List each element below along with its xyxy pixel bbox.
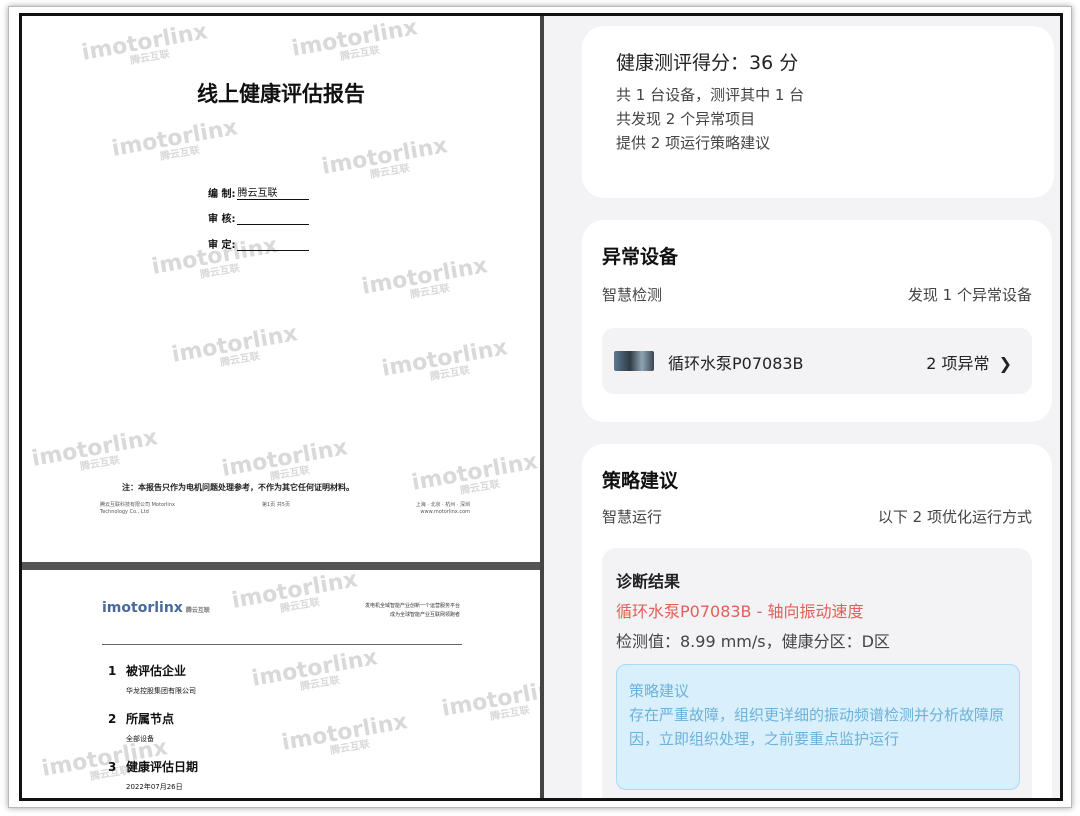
report-title: 线上健康评估报告 xyxy=(197,82,365,106)
smart-operation-label: 智慧运行 xyxy=(602,508,663,526)
abnormal-device-count: 发现 1 个异常设备 xyxy=(907,286,1032,304)
watermark: imotorlinx 腾云互联 xyxy=(80,19,210,67)
watermark: imotorlinx 腾云互联 xyxy=(170,321,300,369)
watermark: imotorlinx 腾云互联 xyxy=(440,675,540,723)
device-anomaly-count: 2 项异常 ❯ xyxy=(926,354,1012,373)
section-heading: 1 被评估企业 xyxy=(108,664,187,678)
smart-detection-label: 智慧检测 xyxy=(602,286,663,304)
diagnosis-value: 检测值：8.99 mm/s，健康分区：D区 xyxy=(616,632,890,651)
watermark: imotorlinx 腾云互联 xyxy=(410,449,540,497)
score-summary-line: 共发现 2 个异常项目 xyxy=(616,110,756,128)
screenshot-frame: imotorlinx 腾云互联 imotorlinx 腾云互联 imotorlinx… xyxy=(8,6,1072,808)
abnormal-device-title: 异常设备 xyxy=(602,246,679,268)
footer-contact: 上海 · 北京 · 杭州 · 深圳 www.motorlinx.com xyxy=(415,502,470,515)
report-page-2: imotorlinx 腾云互联 imotorlinx 腾云互联 imotorlinx… xyxy=(22,567,540,798)
section-value: 2022年07月26日 xyxy=(126,783,183,791)
watermark: imotorlinx 腾云互联 xyxy=(320,133,450,181)
strategy-advice-box: 策略建议 存在严重故障，组织更详细的振动频谱检测并分析故障原因，立即组织处理，之… xyxy=(616,664,1020,790)
signature-label: 编 制: xyxy=(208,189,236,200)
signature-label: 审 核: xyxy=(208,214,236,225)
signature-row-compile: 编 制: 腾云互联 xyxy=(208,184,310,200)
watermark: imotorlinx 腾云互联 xyxy=(290,16,420,63)
health-score: 健康测评得分：36 分 xyxy=(616,52,799,74)
page-header-slogan: 发电机全域智能产业创新一个运营服务平台 成为全球智能产业互联网领跑者 xyxy=(365,602,460,620)
watermark: imotorlinx 腾云互联 xyxy=(280,709,410,757)
page-separator xyxy=(22,562,540,570)
score-summary-line: 提供 2 项运行策略建议 xyxy=(616,134,771,152)
slogan-line: 成为全球智能产业互联网领跑者 xyxy=(389,612,460,618)
assessment-result-pane[interactable]: 健康测评得分：36 分 共 1 台设备，测评其中 1 台 共发现 2 个异常项目… xyxy=(544,16,1060,798)
signature-value xyxy=(237,238,310,251)
slogan-line: 发电机全域智能产业创新一个运营服务平台 xyxy=(364,603,460,609)
signature-value: 腾云互联 xyxy=(237,184,310,200)
device-thumbnail xyxy=(614,351,654,371)
watermark: imotorlinx 腾云互联 xyxy=(110,115,240,163)
watermark: imotorlinx 腾云互联 xyxy=(230,567,360,615)
report-page-1: imotorlinx 腾云互联 imotorlinx 腾云互联 imotorlinx… xyxy=(22,16,540,562)
signature-value xyxy=(237,212,310,225)
section-heading: 2 所属节点 xyxy=(108,712,175,726)
signature-row-review: 审 核: xyxy=(208,210,310,225)
watermark: imotorlinx 腾云互联 xyxy=(30,425,160,473)
chevron-right-icon: ❯ xyxy=(998,354,1012,373)
section-heading: 3 健康评估日期 xyxy=(108,760,199,774)
header-divider xyxy=(102,644,462,645)
device-name: 循环水泵P07083B xyxy=(668,354,804,373)
watermark: imotorlinx 腾云互联 xyxy=(360,253,490,301)
company-logo: imotorlinx 腾云互联 xyxy=(102,600,210,616)
score-summary-line: 共 1 台设备，测评其中 1 台 xyxy=(616,86,805,104)
section-value: 全部设备 xyxy=(126,735,154,743)
diagnosis-panel: 诊断结果 循环水泵P07083B - 轴向振动速度 检测值：8.99 mm/s，… xyxy=(602,548,1032,798)
section-value: 华龙控股集团有限公司 xyxy=(126,687,196,695)
abnormal-device-item[interactable]: 循环水泵P07083B 2 项异常 ❯ xyxy=(602,328,1032,394)
watermark: imotorlinx 腾云互联 xyxy=(380,335,510,383)
footer-company: 腾云互联科技有限公司 Motorlinx Technology Co., Ltd xyxy=(100,502,175,515)
advice-title: 策略建议 xyxy=(629,682,690,700)
strategy-card: 策略建议 智慧运行 以下 2 项优化运行方式 诊断结果 循环水泵P07083B … xyxy=(582,444,1052,798)
diagnosis-item: 循环水泵P07083B - 轴向振动速度 xyxy=(616,602,864,621)
score-card: 健康测评得分：36 分 共 1 台设备，测评其中 1 台 共发现 2 个异常项目… xyxy=(582,26,1054,198)
watermark: imotorlinx 腾云互联 xyxy=(250,645,380,693)
signature-row-approve: 审 定: xyxy=(208,236,310,251)
diagnosis-title: 诊断结果 xyxy=(616,572,681,591)
content-border: imotorlinx 腾云互联 imotorlinx 腾云互联 imotorlinx… xyxy=(19,13,1063,801)
signature-label: 审 定: xyxy=(208,240,236,251)
strategy-title: 策略建议 xyxy=(602,470,679,492)
report-disclaimer: 注：本报告只作为电机问题处理参考，不作为其它任何证明材料。 xyxy=(122,483,354,492)
footer-page-number: 第1页 共5页 xyxy=(262,502,290,508)
advice-text: 存在严重故障，组织更详细的振动频谱检测并分析故障原因，立即组织处理，之前要重点监… xyxy=(629,706,1005,748)
report-document-pane[interactable]: imotorlinx 腾云互联 imotorlinx 腾云互联 imotorlinx… xyxy=(22,16,540,798)
optimization-count: 以下 2 项优化运行方式 xyxy=(877,508,1032,526)
abnormal-device-card: 异常设备 智慧检测 发现 1 个异常设备 循环水泵P07083B 2 项异常 ❯ xyxy=(582,220,1052,422)
